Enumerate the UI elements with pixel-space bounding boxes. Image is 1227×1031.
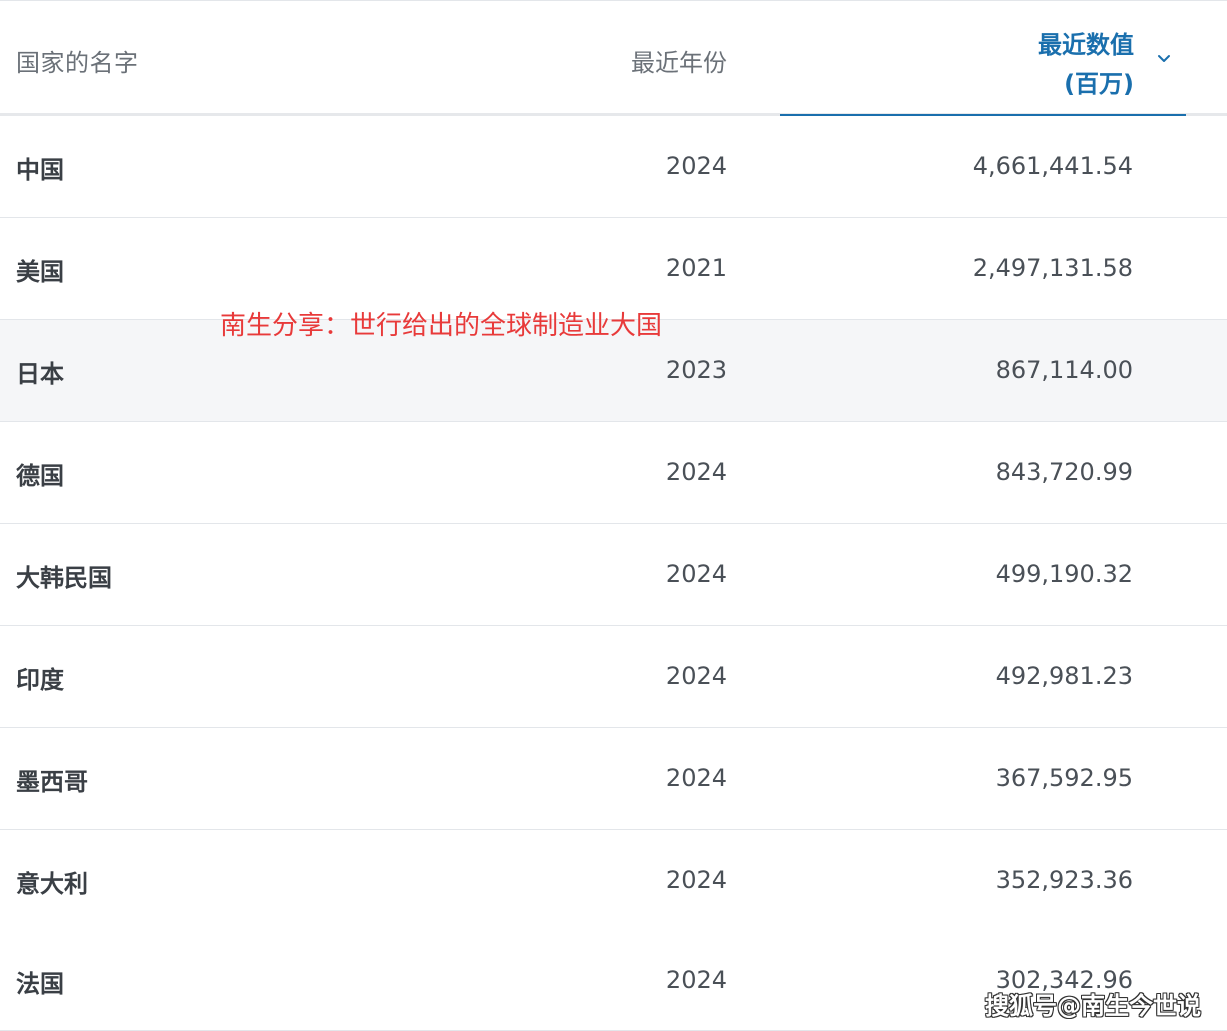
table-row[interactable]: 意大利 2024 352,923.36	[0, 830, 1227, 932]
table-row[interactable]: 中国 2024 4,661,441.54	[0, 116, 1227, 218]
cell-value: 2,497,131.58	[972, 254, 1133, 282]
cell-country[interactable]: 墨西哥	[16, 762, 88, 797]
data-table: 国家的名字 最近年份 最近数值 (百万) 中国 2024 4,661,441.5…	[0, 0, 1227, 1031]
table-row[interactable]: 大韩民国 2024 499,190.32	[0, 524, 1227, 626]
cell-year: 2024	[665, 458, 727, 486]
cell-value: 843,720.99	[995, 458, 1133, 486]
cell-value: 492,981.23	[995, 662, 1133, 690]
cell-country[interactable]: 法国	[16, 964, 64, 999]
cell-country[interactable]: 意大利	[16, 864, 88, 899]
cell-country[interactable]: 美国	[16, 252, 64, 287]
cell-country[interactable]: 中国	[16, 150, 64, 185]
table-row[interactable]: 印度 2024 492,981.23	[0, 626, 1227, 728]
header-country-name[interactable]: 国家的名字	[16, 43, 139, 78]
cell-country[interactable]: 印度	[16, 660, 64, 695]
header-latest-year[interactable]: 最近年份	[631, 43, 727, 78]
annotation-caption: 南生分享：世行给出的全球制造业大国	[220, 311, 663, 341]
cell-year: 2023	[665, 356, 727, 384]
cell-year: 2024	[665, 152, 727, 180]
cell-year: 2024	[665, 560, 727, 588]
cell-value: 867,114.00	[995, 356, 1133, 384]
table-row[interactable]: 德国 2024 843,720.99	[0, 422, 1227, 524]
cell-country[interactable]: 德国	[16, 456, 64, 491]
header-latest-value-label: 最近数值	[1038, 31, 1134, 59]
cell-value: 499,190.32	[995, 560, 1133, 588]
cell-value: 352,923.36	[995, 866, 1133, 894]
source-watermark: 搜狐号@南生今世说	[985, 992, 1201, 1020]
cell-year: 2024	[665, 662, 727, 690]
table-header: 国家的名字 最近年份 最近数值 (百万)	[0, 0, 1227, 117]
cell-year: 2021	[665, 254, 727, 282]
cell-year: 2024	[665, 866, 727, 894]
cell-value: 367,592.95	[995, 764, 1133, 792]
table-row[interactable]: 墨西哥 2024 367,592.95	[0, 728, 1227, 830]
cell-value: 4,661,441.54	[972, 152, 1133, 180]
header-latest-value-unit: (百万)	[1064, 70, 1134, 98]
header-latest-value-sorted[interactable]: 最近数值 (百万)	[780, 1, 1186, 117]
cell-country[interactable]: 日本	[16, 354, 64, 389]
chevron-down-icon[interactable]	[1156, 51, 1172, 67]
cell-year: 2024	[665, 966, 727, 994]
cell-year: 2024	[665, 764, 727, 792]
cell-country[interactable]: 大韩民国	[16, 558, 112, 593]
